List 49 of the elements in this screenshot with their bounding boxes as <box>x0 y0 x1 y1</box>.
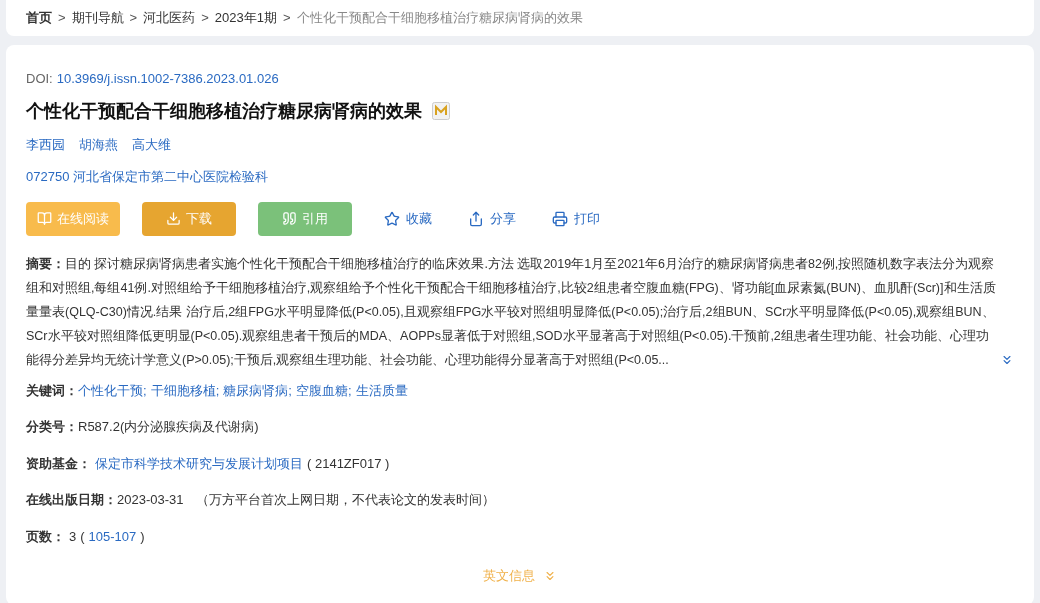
publish-date-label: 在线出版日期： <box>26 491 117 509</box>
author-link[interactable]: 高大维 <box>132 134 171 154</box>
action-link[interactable]: 打印 <box>548 201 604 236</box>
breadcrumb-link[interactable]: 2023年1期 <box>214 8 277 28</box>
star-icon <box>384 210 400 227</box>
breadcrumb-separator: > <box>282 9 291 28</box>
keyword-separator: ; <box>215 381 220 400</box>
classification-label: 分类号： <box>26 418 78 436</box>
fund-code: ( 2141ZF017 ) <box>307 454 390 473</box>
keyword-link[interactable]: 干细胞移植 <box>150 380 216 400</box>
download-icon <box>166 211 181 226</box>
breadcrumb-separator: > <box>129 9 138 28</box>
keywords-label: 关键词： <box>26 381 78 400</box>
keyword-link[interactable]: 糖尿病肾病 <box>223 380 289 400</box>
pages-label: 页数： <box>26 527 65 546</box>
action-link[interactable]: 收藏 <box>380 201 436 236</box>
breadcrumb-link[interactable]: 首页 <box>26 8 52 28</box>
abstract-text: 摘要：目的 探讨糖尿病肾病患者实施个性化干预配合干细胞移植治疗的临床效果.方法 选取2019年1月至2021年6月治疗的糖尿病肾病患者82例,按照随机数字表法分为观察组和对照组,每组41例.对照组给予干细胞移植治疗,观察组给予个性化干预配合干细胞移植治疗,比较2组患者空腹血糖(FPG)、肾功能[血尿素氮(BUN)、血肌酐(Scr)]和生活质量量表(QLQ-C30)情况.结果 治疗后,2组FPG水平明显降低(P<0.05),且观察组FPG水平较对照组明显降低(P<0.05);治疗后,2组BUN、SCr水平明显降低(P<0.05),观察组BUN、SCr水平较对照组降低更明显(P<0.05).观察组患者干预后的MDA、AOPPs显著低于对照组,SOD水平显著高于对照组(P<0.05).干预前,2组患者生理功能、社会功能、心理功能得分差异均无统计学意义(P>0.05);干预后,观察组生理功能、社会功能、心理功能得分显著高于对照组(P<0.05... <box>26 255 996 369</box>
fund-label: 资助基金： <box>26 454 91 473</box>
keyword-separator: ; <box>347 381 352 400</box>
affiliation-link[interactable]: 072750 河北省保定市第二中心医院检验科 <box>26 167 1014 187</box>
keyword-separator: ; <box>143 381 147 400</box>
doi-link[interactable]: 10.3969/j.issn.1002-7386.2023.01.026 <box>56 69 279 89</box>
keyword-separator: ; <box>288 381 292 400</box>
keyword-link[interactable]: 生活质量 <box>355 380 408 400</box>
article-title: 个性化干预配合干细胞移植治疗糖尿病肾病的效果 <box>26 99 422 123</box>
breadcrumb-link[interactable]: 河北医药 <box>143 8 196 28</box>
keyword-link[interactable]: 个性化干预 <box>78 380 143 400</box>
publish-date: 2023-03-31 <box>117 491 184 509</box>
breadcrumb-separator: > <box>58 9 66 28</box>
share-icon <box>468 210 484 227</box>
breadcrumb-separator: > <box>201 9 209 28</box>
breadcrumb-link[interactable]: 个性化干预配合干细胞移植治疗糖尿病肾病的效果 <box>296 8 583 28</box>
classification-value: R587.2(内分泌腺疾病及代谢病) <box>78 418 259 436</box>
breadcrumb-link[interactable]: 期刊导航 <box>71 8 124 28</box>
page-count: 3 <box>69 527 77 546</box>
author-link[interactable]: 胡海燕 <box>79 134 118 154</box>
publish-note: （万方平台首次上网日期，不代表论文的发表时间） <box>195 491 495 509</box>
fund-link[interactable]: 保定市科学技术研究与发展计划项目 <box>95 453 303 473</box>
author-link[interactable]: 李西园 <box>26 134 65 154</box>
action-link[interactable]: 分享 <box>464 201 520 236</box>
keyword-link[interactable]: 空腹血糖 <box>295 380 348 400</box>
page-range-link[interactable]: 105-107 <box>88 526 137 546</box>
quote-icon <box>282 211 297 226</box>
printer-icon <box>552 210 568 227</box>
bracket: ) <box>140 527 145 546</box>
bracket: ( <box>80 527 85 546</box>
doi-label: DOI: <box>26 70 53 88</box>
book-icon <box>37 211 52 226</box>
